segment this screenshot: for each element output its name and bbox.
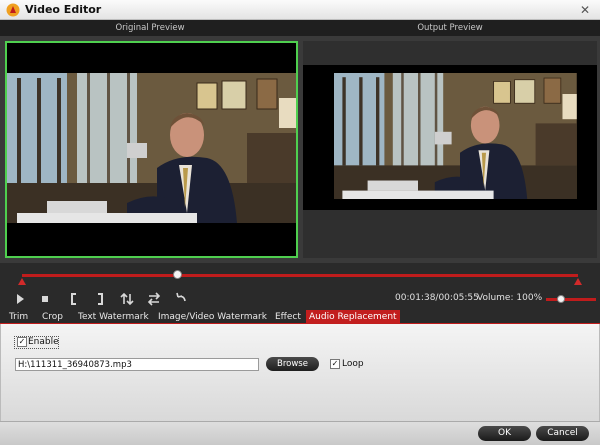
browse-button[interactable]: Browse — [266, 357, 319, 371]
volume-handle[interactable] — [557, 295, 565, 303]
mark-out-icon[interactable] — [92, 291, 108, 307]
volume-label: Volume: 100% — [477, 293, 543, 303]
tab-effect[interactable]: Effect — [272, 310, 304, 324]
close-icon[interactable]: ✕ — [578, 3, 592, 17]
cancel-button[interactable]: Cancel — [536, 426, 589, 441]
app-logo-icon — [6, 3, 20, 17]
edit-tabs: Trim Crop Text Watermark Image/Video Wat… — [0, 309, 600, 324]
mark-in-icon[interactable] — [66, 291, 82, 307]
volume-value: 100% — [516, 293, 543, 303]
tab-image-video-watermark[interactable]: Image/Video Watermark — [155, 310, 270, 324]
ok-button[interactable]: OK — [478, 426, 531, 441]
tab-trim[interactable]: Trim — [6, 310, 31, 324]
trim-end-marker[interactable] — [574, 278, 582, 285]
tab-text-watermark[interactable]: Text Watermark — [75, 310, 152, 324]
loop-label: Loop — [342, 359, 364, 369]
preview-area — [0, 36, 600, 263]
tab-crop[interactable]: Crop — [39, 310, 66, 324]
original-preview-label: Original Preview — [0, 20, 300, 36]
timeline-track[interactable] — [22, 274, 578, 277]
audio-file-path-input[interactable] — [15, 358, 259, 371]
window-title: Video Editor — [25, 3, 102, 16]
time-readout: 00:01:38/00:05:55 — [395, 293, 479, 303]
flip-horizontal-icon[interactable] — [146, 291, 162, 307]
output-preview-pane — [303, 41, 597, 258]
timeline — [0, 263, 600, 289]
volume-slider[interactable] — [546, 295, 596, 303]
enable-label: Enable — [28, 337, 59, 347]
output-video-frame — [303, 65, 597, 210]
original-video-frame — [7, 43, 296, 256]
tab-audio-replacement[interactable]: Audio Replacement — [306, 310, 400, 324]
output-preview-label: Output Preview — [300, 20, 600, 36]
flip-vertical-icon[interactable] — [119, 291, 135, 307]
playback-controls: 00:01:38/00:05:55 Volume: 100% — [0, 289, 600, 309]
dialog-footer: OK Cancel — [0, 421, 600, 445]
enable-checkbox[interactable]: ✓ — [17, 337, 27, 347]
loop-checkbox[interactable]: ✓ — [330, 359, 340, 369]
output-video-letterbox — [303, 65, 597, 210]
undo-icon[interactable] — [173, 291, 189, 307]
stop-icon[interactable] — [37, 291, 53, 307]
title-bar: Video Editor ✕ — [0, 0, 600, 20]
playhead-handle[interactable] — [173, 270, 183, 279]
audio-replacement-panel: ✓ Enable Browse ✓ Loop — [0, 324, 600, 421]
original-preview-pane[interactable] — [5, 41, 298, 258]
play-icon[interactable] — [12, 291, 28, 307]
trim-start-marker[interactable] — [18, 278, 26, 285]
